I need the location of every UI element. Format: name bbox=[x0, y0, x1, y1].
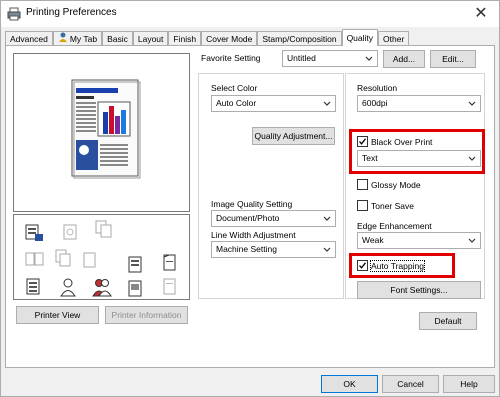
tab-layout[interactable]: Layout bbox=[132, 31, 169, 46]
resolution-label: Resolution bbox=[357, 83, 398, 93]
printing-preferences-window: Printing Preferences ✕ Advanced My Tab B… bbox=[0, 0, 500, 397]
toner-save-checkbox-row[interactable]: Toner Save bbox=[357, 200, 414, 211]
chevron-down-icon bbox=[365, 56, 373, 61]
function-icons-area bbox=[13, 214, 190, 300]
text-document-icon bbox=[24, 277, 44, 297]
staple-document-icon bbox=[160, 253, 180, 273]
select-color-value: Auto Color bbox=[216, 98, 257, 108]
resolution-value: 600dpi bbox=[362, 98, 388, 108]
print-preview bbox=[13, 53, 190, 212]
favorite-setting-value: Untitled bbox=[287, 53, 316, 63]
edit-favorite-button[interactable]: Edit... bbox=[430, 50, 476, 68]
window-title: Printing Preferences bbox=[26, 7, 117, 18]
auto-trapping-label: Auto Trapping bbox=[370, 259, 425, 272]
default-button[interactable]: Default bbox=[419, 312, 477, 330]
select-color-label: Select Color bbox=[211, 83, 258, 93]
tab-stamp-composition[interactable]: Stamp/Composition bbox=[257, 31, 342, 46]
checkmark-icon bbox=[359, 138, 367, 145]
document-icon bbox=[24, 223, 44, 243]
tab-other[interactable]: Other bbox=[378, 31, 410, 46]
black-over-print-checkbox[interactable] bbox=[357, 136, 368, 147]
printer-information-button[interactable]: Printer Information bbox=[105, 306, 188, 324]
tab-bar: Advanced My Tab Basic Layout Finish Cove… bbox=[5, 29, 410, 46]
tab-my-tab[interactable]: My Tab bbox=[52, 31, 103, 46]
toner-save-label: Toner Save bbox=[371, 200, 414, 211]
black-over-print-value: Text bbox=[362, 153, 378, 163]
printer-view-button[interactable]: Printer View bbox=[16, 306, 99, 324]
black-over-print-dropdown[interactable]: Text bbox=[357, 150, 481, 167]
auto-trapping-checkbox-row[interactable]: Auto Trapping bbox=[357, 259, 425, 272]
tab-basic[interactable]: Basic bbox=[102, 31, 133, 46]
document-preview-icon bbox=[71, 79, 141, 179]
chevron-down-icon bbox=[323, 101, 331, 106]
page-layout-icon bbox=[126, 279, 146, 299]
chevron-down-icon bbox=[468, 101, 476, 106]
edge-enhancement-label: Edge Enhancement bbox=[357, 221, 432, 231]
faded-stack-icon bbox=[54, 248, 74, 268]
tab-finish[interactable]: Finish bbox=[168, 31, 202, 46]
chevron-down-icon bbox=[468, 156, 476, 161]
edge-enhancement-value: Weak bbox=[362, 235, 384, 245]
image-quality-setting-dropdown[interactable]: Document/Photo bbox=[211, 210, 336, 227]
single-user-icon bbox=[58, 277, 78, 297]
chevron-down-icon bbox=[323, 216, 331, 221]
line-width-adjustment-value: Machine Setting bbox=[216, 244, 277, 254]
printer-icon bbox=[7, 7, 21, 21]
tab-my-tab-label: My Tab bbox=[69, 34, 98, 44]
toner-save-checkbox[interactable] bbox=[357, 200, 368, 211]
favorite-setting-label: Favorite Setting bbox=[201, 53, 261, 63]
ok-button[interactable]: OK bbox=[321, 375, 378, 393]
glossy-mode-checkbox-row[interactable]: Glossy Mode bbox=[357, 179, 421, 190]
faded-duplex-icon bbox=[24, 250, 44, 270]
favorite-setting-dropdown[interactable]: Untitled bbox=[282, 50, 378, 67]
image-quality-setting-value: Document/Photo bbox=[216, 213, 280, 223]
users-icon bbox=[92, 277, 112, 297]
glossy-mode-label: Glossy Mode bbox=[371, 179, 421, 190]
tab-cover-mode[interactable]: Cover Mode bbox=[201, 31, 258, 46]
close-icon[interactable]: ✕ bbox=[471, 4, 491, 24]
tab-advanced[interactable]: Advanced bbox=[5, 31, 53, 46]
tab-quality[interactable]: Quality bbox=[341, 29, 379, 46]
faded-page-icon bbox=[80, 251, 100, 271]
glossy-mode-checkbox[interactable] bbox=[357, 179, 368, 190]
line-width-adjustment-dropdown[interactable]: Machine Setting bbox=[211, 241, 336, 258]
user-icon bbox=[58, 32, 68, 46]
title-bar: Printing Preferences ✕ bbox=[1, 1, 499, 27]
resolution-dropdown[interactable]: 600dpi bbox=[357, 95, 481, 112]
cancel-button[interactable]: Cancel bbox=[382, 375, 439, 393]
booklet-icon bbox=[126, 255, 146, 275]
help-button[interactable]: Help bbox=[443, 375, 495, 393]
black-over-print-checkbox-row[interactable]: Black Over Print bbox=[357, 136, 432, 147]
faded-document-icon bbox=[60, 223, 80, 243]
image-quality-setting-label: Image Quality Setting bbox=[211, 199, 293, 209]
chevron-down-icon bbox=[323, 247, 331, 252]
checkmark-icon bbox=[359, 262, 367, 269]
black-over-print-label: Black Over Print bbox=[371, 136, 433, 147]
line-width-adjustment-label: Line Width Adjustment bbox=[211, 230, 296, 240]
add-favorite-button[interactable]: Add... bbox=[383, 50, 425, 68]
faded-finishing-icon bbox=[160, 277, 180, 297]
select-color-dropdown[interactable]: Auto Color bbox=[211, 95, 336, 112]
chevron-down-icon bbox=[468, 238, 476, 243]
edge-enhancement-dropdown[interactable]: Weak bbox=[357, 232, 481, 249]
faded-pages-icon bbox=[94, 219, 114, 239]
auto-trapping-checkbox[interactable] bbox=[357, 260, 368, 271]
font-settings-button[interactable]: Font Settings... bbox=[357, 281, 481, 299]
quality-adjustment-button[interactable]: Quality Adjustment... bbox=[252, 127, 335, 145]
